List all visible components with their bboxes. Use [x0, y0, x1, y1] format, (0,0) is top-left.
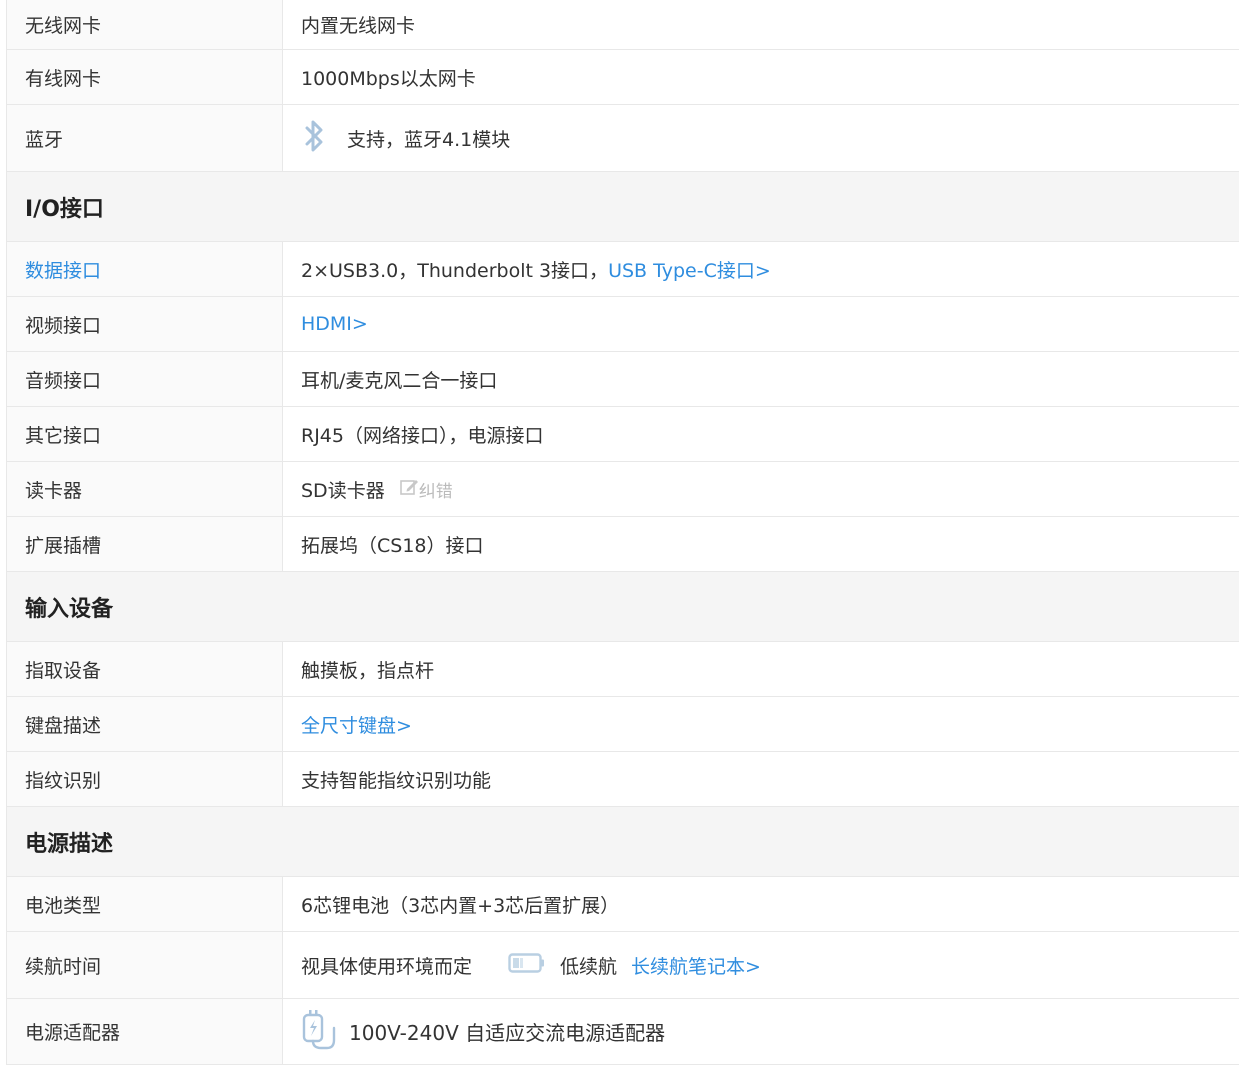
spec-label: 键盘描述: [7, 697, 283, 751]
spec-value: 2×USB3.0，Thunderbolt 3接口，: [301, 259, 609, 282]
spec-value: 拓展坞（CS18）接口: [301, 534, 484, 557]
spec-row-data-port: 数据接口 2×USB3.0，Thunderbolt 3接口， USB Type-…: [7, 242, 1239, 297]
spec-row-other-port: 其它接口 RJ45（网络接口），电源接口: [7, 407, 1239, 462]
spec-label: 无线网卡: [7, 0, 283, 49]
hdmi-link[interactable]: HDMI>: [301, 313, 368, 335]
spec-table: 无线网卡 内置无线网卡 有线网卡 1000Mbps以太网卡 蓝牙 支持，蓝牙4.…: [6, 0, 1239, 1065]
spec-row-keyboard: 键盘描述 全尺寸键盘>: [7, 697, 1239, 752]
spec-row-wired: 有线网卡 1000Mbps以太网卡: [7, 50, 1239, 105]
correction-link[interactable]: 纠错: [419, 477, 453, 502]
long-battery-link[interactable]: 长续航笔记本>: [631, 952, 761, 979]
edit-icon[interactable]: [399, 477, 419, 502]
spec-label-link[interactable]: 数据接口: [7, 242, 283, 296]
spec-value: 触摸板，指点杆: [301, 659, 435, 682]
spec-row-adapter: 电源适配器 100V-240V 自适应交流电源适配器: [7, 999, 1239, 1065]
usb-type-c-link[interactable]: USB Type-C接口>: [608, 256, 771, 283]
spec-label: 指纹识别: [7, 752, 283, 806]
spec-value: 100V-240V 自适应交流电源适配器: [349, 1021, 666, 1045]
spec-value: 1000Mbps以太网卡: [301, 67, 476, 90]
spec-row-expansion: 扩展插槽 拓展坞（CS18）接口: [7, 517, 1239, 572]
spec-label: 续航时间: [7, 932, 283, 998]
spec-label: 扩展插槽: [7, 517, 283, 571]
spec-value: SD读卡器: [301, 479, 385, 502]
spec-row-video-port: 视频接口 HDMI>: [7, 297, 1239, 352]
spec-value: 支持，蓝牙4.1模块: [347, 128, 511, 151]
spec-value: 视具体使用环境而定: [301, 955, 473, 978]
spec-row-wireless: 无线网卡 内置无线网卡: [7, 0, 1239, 50]
spec-value: 支持智能指纹识别功能: [301, 769, 492, 792]
spec-row-endurance: 续航时间 视具体使用环境而定 低续航 长续航笔记本>: [7, 932, 1239, 999]
spec-row-bluetooth: 蓝牙 支持，蓝牙4.1模块: [7, 105, 1239, 172]
endurance-tag: 低续航: [560, 955, 618, 978]
spec-label: 电源适配器: [7, 999, 283, 1064]
spec-row-audio-port: 音频接口 耳机/麦克风二合一接口: [7, 352, 1239, 407]
spec-label: 指取设备: [7, 642, 283, 696]
section-title-input: 输入设备: [7, 572, 1239, 642]
spec-value: RJ45（网络接口），电源接口: [301, 424, 544, 447]
keyboard-link[interactable]: 全尺寸键盘>: [301, 711, 412, 738]
battery-low-icon: [508, 952, 546, 979]
power-adapter-icon: [301, 1008, 341, 1055]
section-title-io: I/O接口: [7, 172, 1239, 242]
spec-value: 6芯锂电池（3芯内置+3芯后置扩展）: [301, 894, 620, 917]
spec-value: 耳机/麦克风二合一接口: [301, 369, 498, 392]
spec-label: 蓝牙: [7, 105, 283, 171]
spec-label: 有线网卡: [7, 50, 283, 104]
section-title-power: 电源描述: [7, 807, 1239, 877]
spec-label: 电池类型: [7, 877, 283, 931]
spec-row-battery: 电池类型 6芯锂电池（3芯内置+3芯后置扩展）: [7, 877, 1239, 932]
spec-label: 读卡器: [7, 462, 283, 516]
spec-value: 内置无线网卡: [301, 15, 416, 37]
spec-row-pointing: 指取设备 触摸板，指点杆: [7, 642, 1239, 697]
bluetooth-icon: [301, 117, 327, 160]
spec-label: 音频接口: [7, 352, 283, 406]
spec-row-fingerprint: 指纹识别 支持智能指纹识别功能: [7, 752, 1239, 807]
spec-label: 视频接口: [7, 297, 283, 351]
spec-label: 其它接口: [7, 407, 283, 461]
spec-row-card-reader: 读卡器 SD读卡器 纠错: [7, 462, 1239, 517]
